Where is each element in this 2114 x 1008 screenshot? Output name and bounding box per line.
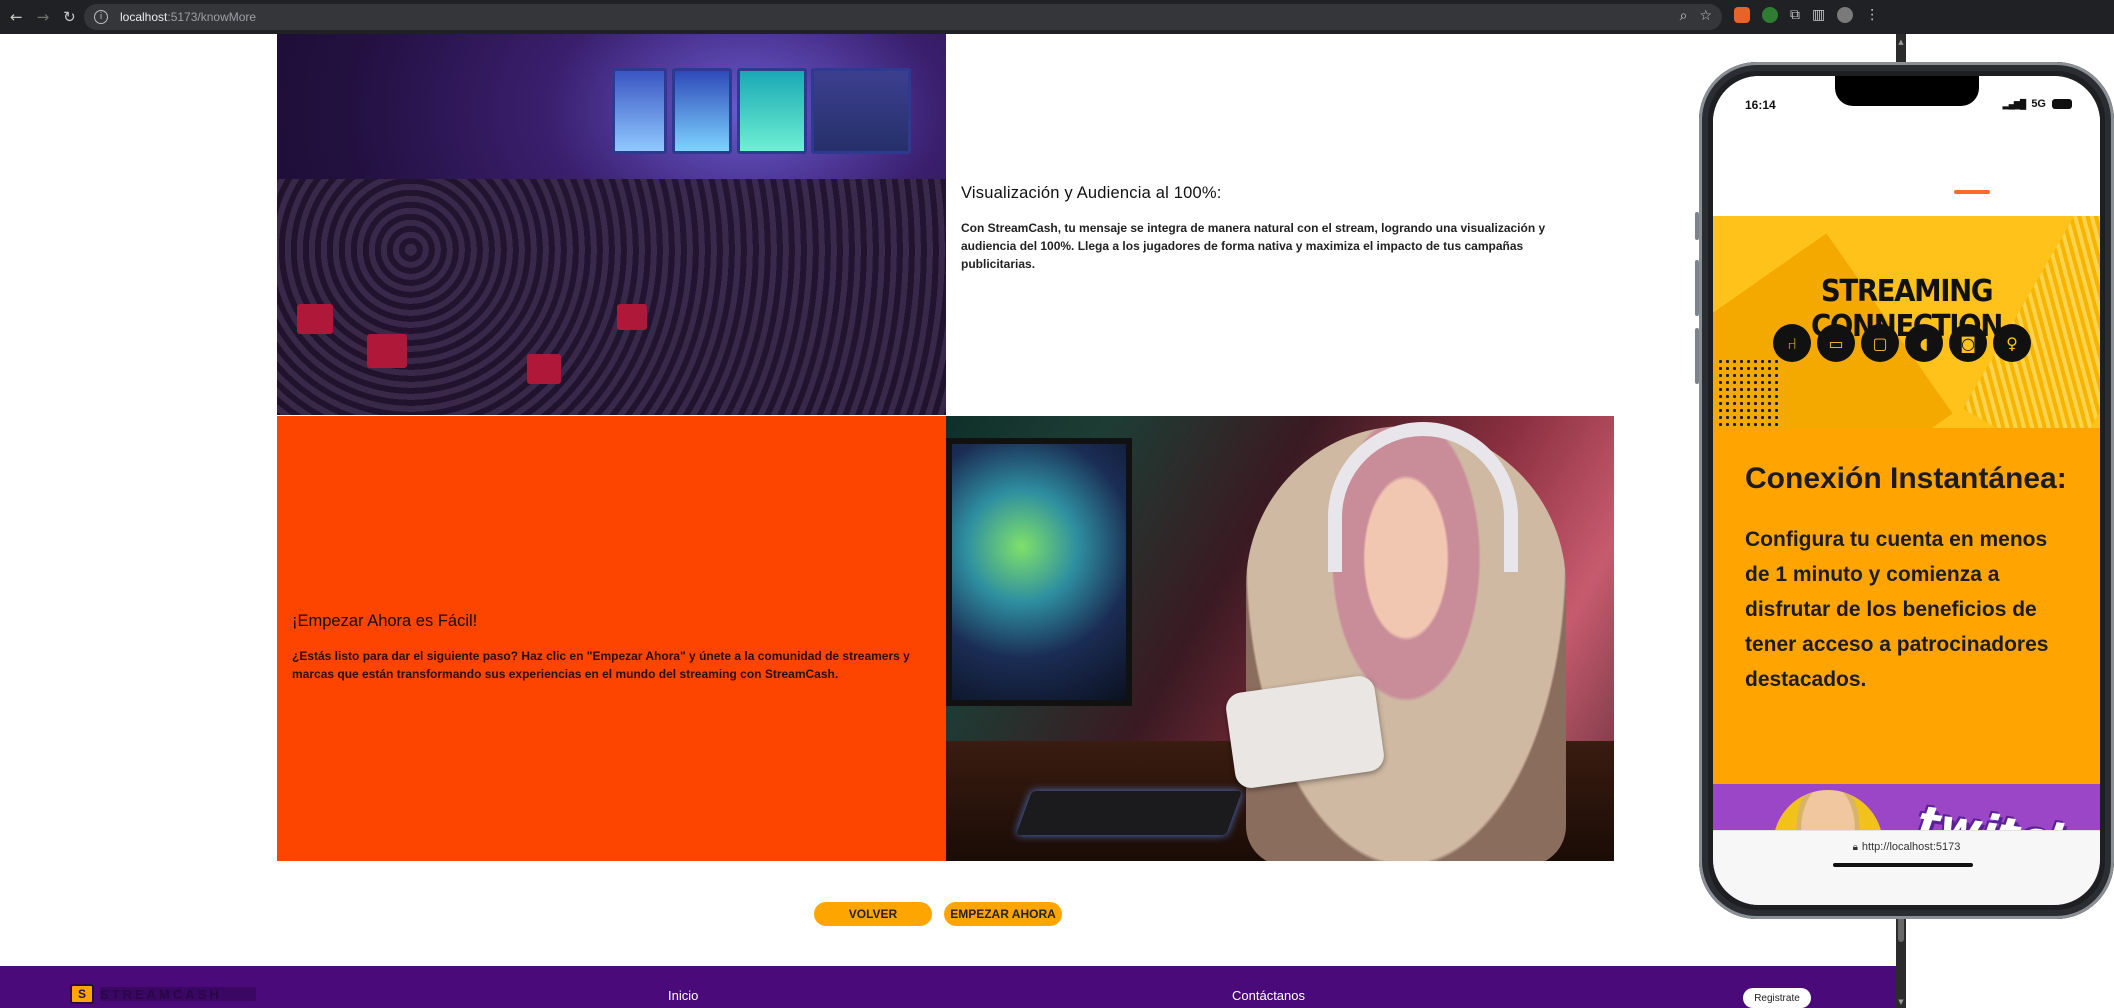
audience-body: Con StreamCash, tu mensaje se integra de… [961,221,1546,271]
phone-url-bar[interactable]: 🔒︎ http://localhost:5173 [1713,830,2100,905]
banner-icons: ⑁ ▭ ▢ ◖ ◙ ♀ [1773,324,2031,362]
phone-notch [1835,76,1979,106]
monitor-icon: ▢ [1861,324,1899,362]
active-tab-indicator [1954,190,1990,194]
banner-dots [1717,358,1781,428]
phone-time: 16:14 [1745,98,1776,112]
battery-icon [2052,99,2072,109]
phone-side-button [1695,260,1699,316]
footer: S STREAMCASH Inicio Contáctanos Registra… [0,966,1896,1008]
start-body: ¿Estás listo para dar el siguiente paso?… [292,649,910,681]
site-info-icon[interactable]: i [94,10,108,24]
scroll-up-arrow-icon[interactable]: ▲ [1896,38,1906,46]
forward-icon[interactable]: → [37,8,50,26]
arena-seat [297,304,333,334]
microphone-icon: ♀ [1993,324,2031,362]
panel-body: Configura tu cuenta en menos de 1 minuto… [1745,528,2049,691]
lock-icon: 🔒︎ [1852,842,1858,853]
url-host: localhost [120,10,168,24]
gamer-keyboard [1015,791,1243,835]
bookmark-star-icon[interactable]: ☆ [1699,8,1712,24]
gamer-selfie-image [946,416,1614,861]
audience-title: Visualización y Audiencia al 100%: [961,184,1222,202]
signal-icon: ▂▄▆█ [2002,98,2027,109]
address-text[interactable]: localhost:5173/knowMore [120,10,256,24]
reload-icon[interactable]: ↻ [63,8,76,26]
network-label: 5G [2031,98,2046,110]
extension-icon[interactable] [1734,7,1750,23]
phone-url-text: http://localhost:5173 [1861,841,1961,853]
gamer-monitor [946,438,1132,706]
arena-seat [367,334,407,368]
streaming-connection-banner: STREAMING CONNECTION ⑁ ▭ ▢ ◖ ◙ ♀ [1713,216,2100,428]
instant-connection-panel: Conexión Instantánea: Configura tu cuent… [1713,428,2100,784]
zoom-icon[interactable]: ⌕ [1680,8,1688,24]
home-indicator [1833,863,1973,867]
phone-screen: 16:14 ▂▄▆█ 5G STREAMING CONNECTION ⑁ ▭ ▢… [1713,76,2100,905]
start-section: ¡Empezar Ahora es Fácil! ¿Estás listo pa… [277,416,946,861]
back-icon[interactable]: ← [10,8,23,26]
panel-title: Conexión Instantánea: [1745,462,2067,495]
logo-wordmark: STREAMCASH [100,987,256,1001]
footer-link-inicio[interactable]: Inicio [668,988,698,1003]
scroll-down-arrow-icon[interactable]: ▼ [1896,998,1906,1006]
puzzle-icon[interactable]: ⧉ [1790,7,1800,23]
footer-link-contactanos[interactable]: Contáctanos [1232,988,1305,1003]
profile-avatar-icon[interactable] [1837,7,1854,23]
phone-mockup: 16:14 ▂▄▆█ 5G STREAMING CONNECTION ⑁ ▭ ▢… [1695,62,2114,919]
extension-icon[interactable] [1762,7,1778,23]
laptop-icon: ▭ [1817,324,1855,362]
back-button[interactable]: VOLVER [814,902,932,926]
camera-icon: ◙ [1949,324,1987,362]
address-bar[interactable]: i localhost:5173/knowMore ⌕ ☆ [84,4,1722,30]
page-content: Visualización y Audiencia al 100%: Con S… [0,34,1896,1008]
arena-screen [612,68,667,154]
speaker-icon: ◖ [1905,324,1943,362]
audience-section: Visualización y Audiencia al 100%: Con S… [961,184,1561,273]
register-button[interactable]: Registrate [1743,988,1811,1008]
logo-mark: S [70,984,94,1004]
url-path: :5173/knowMore [167,10,257,24]
arena-screen [672,68,732,154]
start-now-button[interactable]: EMPEZAR AHORA [944,902,1062,926]
arena-screen [737,68,807,154]
menu-kebab-icon[interactable]: ⋮ [1865,7,1879,23]
esports-arena-image [277,34,946,415]
start-title: ¡Empezar Ahora es Fácil! [292,612,478,630]
phone-side-button [1695,212,1699,240]
chair-icon: ⑁ [1773,324,1811,362]
arena-screen [811,68,911,154]
phone-side-button [1695,328,1699,384]
sidebar-icon[interactable]: ▥ [1812,7,1825,23]
arena-seat [527,354,561,384]
browser-nav: ← → ↻ [0,8,76,26]
browser-toolbar: ← → ↻ i localhost:5173/knowMore ⌕ ☆ ⧉ ▥ … [0,0,2114,34]
arena-crowd [277,178,946,415]
action-buttons: VOLVER EMPEZAR AHORA [814,902,1062,926]
arena-seat [617,304,647,330]
footer-logo[interactable]: S STREAMCASH [70,984,256,1004]
extensions-area: ⧉ ▥ ⋮ [1734,7,1879,23]
